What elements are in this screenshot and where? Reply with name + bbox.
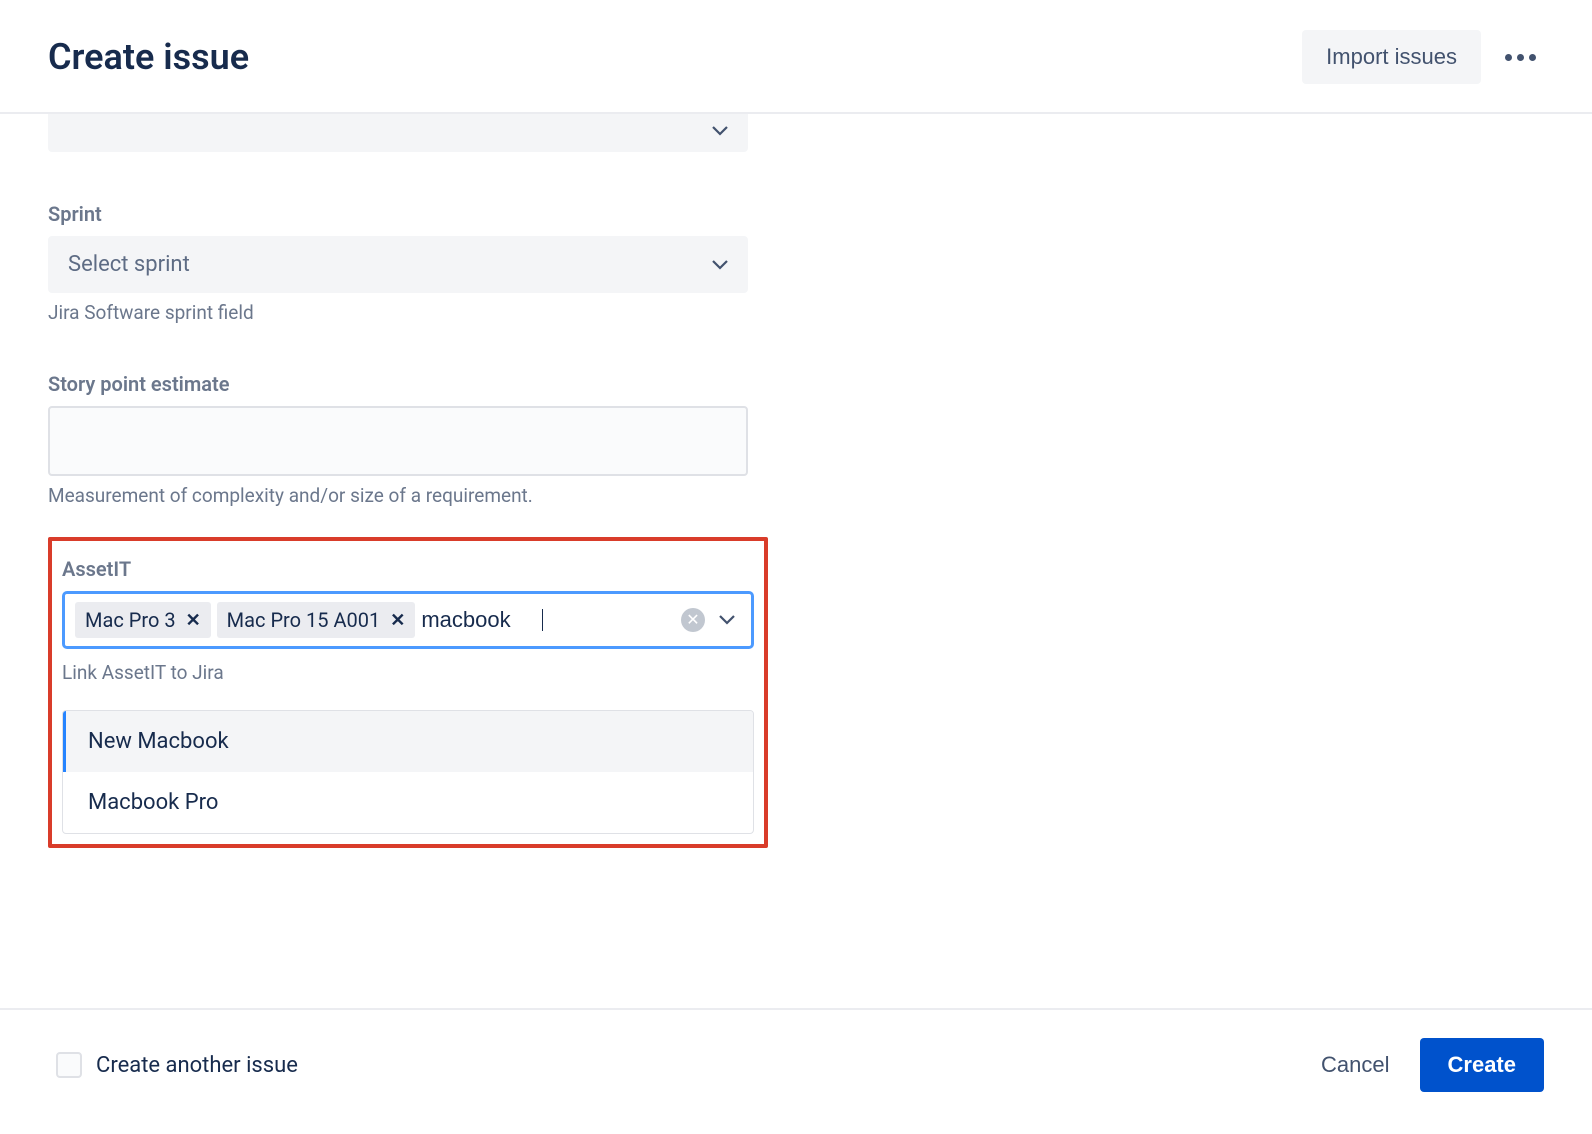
dropdown-option[interactable]: New Macbook xyxy=(63,711,753,772)
sprint-field: Sprint Select sprint Jira Software sprin… xyxy=(48,202,748,324)
chevron-down-icon xyxy=(712,126,728,136)
page-title: Create issue xyxy=(48,36,249,78)
create-button[interactable]: Create xyxy=(1420,1038,1544,1092)
chip-remove-icon[interactable]: ✕ xyxy=(186,610,201,631)
import-issues-button[interactable]: Import issues xyxy=(1302,30,1481,84)
form-content: Sprint Select sprint Jira Software sprin… xyxy=(0,114,1592,848)
sprint-help: Jira Software sprint field xyxy=(48,301,748,324)
dropdown-option[interactable]: Macbook Pro xyxy=(63,772,753,833)
story-points-help: Measurement of complexity and/or size of… xyxy=(48,484,748,507)
chevron-down-icon xyxy=(712,260,728,270)
sprint-placeholder: Select sprint xyxy=(68,252,190,277)
chip-label: Mac Pro 3 xyxy=(85,608,176,632)
more-actions-button[interactable] xyxy=(1497,46,1544,69)
story-points-input[interactable] xyxy=(48,406,748,476)
header-actions: Import issues xyxy=(1302,30,1544,84)
chevron-down-icon[interactable] xyxy=(719,615,735,625)
assetit-dropdown: New Macbook Macbook Pro xyxy=(62,710,754,834)
footer-right: Cancel Create xyxy=(1321,1038,1544,1092)
create-another-checkbox[interactable] xyxy=(56,1052,82,1078)
assetit-help: Link AssetIT to Jira xyxy=(62,661,754,684)
dialog-header: Create issue Import issues xyxy=(0,0,1592,114)
sprint-label: Sprint xyxy=(48,202,748,226)
chip-remove-icon[interactable]: ✕ xyxy=(390,610,405,631)
assetit-highlight: AssetIT Mac Pro 3 ✕ Mac Pro 15 A001 ✕ ✕ … xyxy=(48,537,768,848)
previous-field-select[interactable] xyxy=(48,114,748,152)
chip-label: Mac Pro 15 A001 xyxy=(227,608,381,632)
dialog-footer: Create another issue Cancel Create xyxy=(0,1008,1592,1134)
cancel-button[interactable]: Cancel xyxy=(1321,1052,1389,1078)
assetit-chip: Mac Pro 15 A001 ✕ xyxy=(217,602,416,638)
assetit-chip: Mac Pro 3 ✕ xyxy=(75,602,211,638)
create-another-label: Create another issue xyxy=(96,1053,298,1078)
assetit-label: AssetIT xyxy=(62,557,754,581)
story-points-field: Story point estimate Measurement of comp… xyxy=(48,372,748,507)
clear-icon[interactable]: ✕ xyxy=(681,608,705,632)
assetit-input[interactable] xyxy=(421,607,541,633)
sprint-select[interactable]: Select sprint xyxy=(48,236,748,293)
more-icon xyxy=(1505,54,1536,61)
story-points-label: Story point estimate xyxy=(48,372,748,396)
multiselect-controls: ✕ xyxy=(681,608,741,632)
assetit-multiselect[interactable]: Mac Pro 3 ✕ Mac Pro 15 A001 ✕ ✕ xyxy=(62,591,754,649)
footer-left: Create another issue xyxy=(56,1052,298,1078)
